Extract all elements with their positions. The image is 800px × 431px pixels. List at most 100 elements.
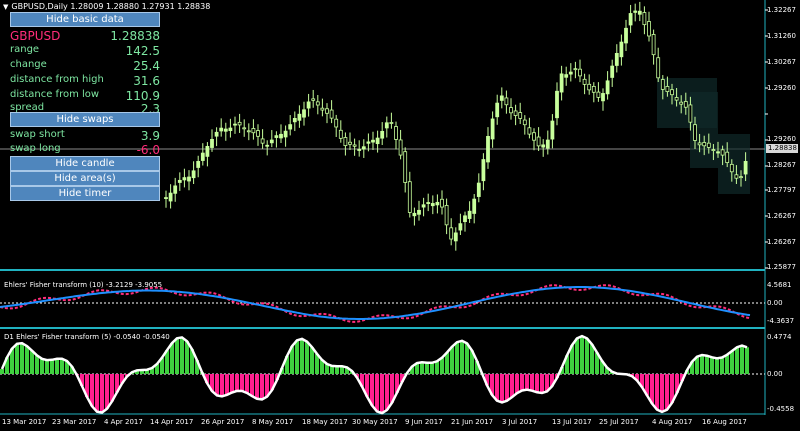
time-label: 18 May 2017 — [302, 418, 348, 426]
candle-body — [256, 130, 260, 137]
swap-short-value: 3.9 — [140, 129, 160, 143]
candle-body — [320, 107, 325, 111]
candle-body — [587, 83, 592, 91]
swap-long-value: -6.0 — [136, 143, 160, 157]
candle-body — [568, 71, 573, 75]
hide-swaps-button[interactable]: Hide swaps — [10, 112, 160, 127]
candle-body — [233, 123, 237, 126]
price-label: 1.27797 — [767, 186, 796, 194]
fisher2-bar — [455, 342, 459, 374]
candle-body — [743, 161, 748, 175]
candle-body — [614, 52, 619, 66]
fisher1-label: -4.3637 — [767, 317, 795, 325]
candle-body — [449, 227, 454, 240]
chart-header: ▼ GBPUSD,Daily 1.28009 1.28880 1.27931 1.… — [3, 2, 210, 11]
candle-body — [665, 86, 670, 92]
price-label: 1.32267 — [767, 6, 796, 14]
candle-body — [279, 133, 283, 139]
fisher2-bar — [40, 358, 44, 374]
candle-body — [389, 122, 394, 124]
fisher2-bar — [55, 358, 59, 374]
price-label: 1.28267 — [767, 161, 796, 169]
candle-body — [601, 93, 605, 102]
candle-body — [334, 118, 339, 128]
swap-short-row: swap short 3.9 — [10, 129, 160, 143]
candle-body — [407, 181, 412, 213]
fisher2-bar — [30, 350, 34, 374]
symbol-row: GBPUSD 1.28838 — [10, 29, 160, 43]
fisher2-bar — [430, 362, 434, 374]
time-label: 16 Aug 2017 — [702, 418, 747, 426]
candle-body — [559, 73, 564, 93]
fisher2-bar — [515, 374, 519, 394]
candle-body — [527, 127, 532, 135]
candle-body — [541, 144, 546, 148]
candle-body — [647, 21, 651, 37]
fisher2-title: D1 Ehlers' Fisher transform (5) -0.0540 … — [4, 333, 170, 341]
candle-body — [357, 149, 362, 151]
candle-body — [196, 161, 201, 168]
fisher2-bar — [705, 355, 709, 374]
candle-body — [371, 139, 375, 143]
price-label: 1.26267 — [767, 212, 796, 220]
candle-body — [702, 142, 707, 147]
hide-areas-button[interactable]: Hide area(s) — [10, 171, 160, 186]
candle-body — [642, 12, 647, 26]
candle-body — [325, 108, 329, 114]
candle-body — [555, 90, 559, 119]
time-label: 14 Apr 2017 — [150, 418, 194, 426]
swap-long-label: swap long — [10, 143, 61, 154]
fisher2-bar — [385, 374, 389, 410]
time-label: 4 Apr 2017 — [104, 418, 143, 426]
candle-body — [716, 151, 720, 154]
candle-body — [605, 80, 610, 95]
price-label: 1.29260 — [767, 135, 796, 143]
fisher2-bar — [255, 374, 259, 399]
candle-body — [302, 109, 306, 118]
hide-timer-button[interactable]: Hide timer — [10, 186, 160, 201]
fisher2-bar — [540, 374, 544, 394]
fisher2-bar — [505, 374, 509, 401]
fisher1-signal-line — [0, 284, 751, 323]
candle-body — [573, 68, 578, 71]
fisher2-bar — [260, 374, 264, 400]
candle-body — [550, 120, 555, 140]
candle-body — [610, 65, 615, 78]
fisher2-bar — [530, 374, 534, 391]
fisher2-label: -0.4558 — [767, 405, 795, 413]
fisher2-bar — [375, 374, 379, 412]
candle-body — [564, 74, 569, 78]
symbol-price: 1.28838 — [110, 29, 160, 43]
hide-basic-data-button[interactable]: Hide basic data — [10, 12, 160, 27]
candle-body — [499, 95, 504, 101]
fisher2-bar — [420, 362, 424, 374]
candle-body — [269, 139, 274, 144]
fisher2-bar — [175, 338, 179, 374]
candle-body — [306, 101, 311, 109]
fisher1-label: 4.5681 — [767, 281, 792, 289]
time-label: 13 Mar 2017 — [2, 418, 47, 426]
time-label: 25 Jul 2017 — [599, 418, 639, 426]
fisher2-bar — [725, 354, 729, 374]
chart-menu-triangle-icon[interactable]: ▼ — [3, 3, 8, 11]
price-label: 1.30267 — [767, 58, 796, 66]
candle-body — [679, 101, 684, 105]
candle-body — [274, 135, 279, 138]
candle-body — [311, 98, 316, 101]
fisher1-title: Ehlers' Fisher transform (10) -3.2129 -3… — [4, 281, 163, 289]
hide-candle-button[interactable]: Hide candle — [10, 156, 160, 171]
fisher2-bar — [710, 357, 714, 374]
fisher2-bar — [245, 374, 249, 393]
fisher2-bar — [95, 374, 99, 412]
candle-body — [660, 79, 665, 90]
candle-body — [182, 177, 187, 181]
candle-body — [486, 135, 490, 163]
fisher2-bar — [575, 338, 579, 374]
price-label: 1.29260 — [767, 84, 796, 92]
fisher2-bar — [495, 374, 499, 401]
candle-body — [619, 41, 624, 58]
fisher1-label: 0.00 — [767, 299, 783, 307]
candle-body — [426, 202, 431, 204]
candle-body — [288, 124, 293, 130]
fisher2-bar — [660, 374, 664, 412]
